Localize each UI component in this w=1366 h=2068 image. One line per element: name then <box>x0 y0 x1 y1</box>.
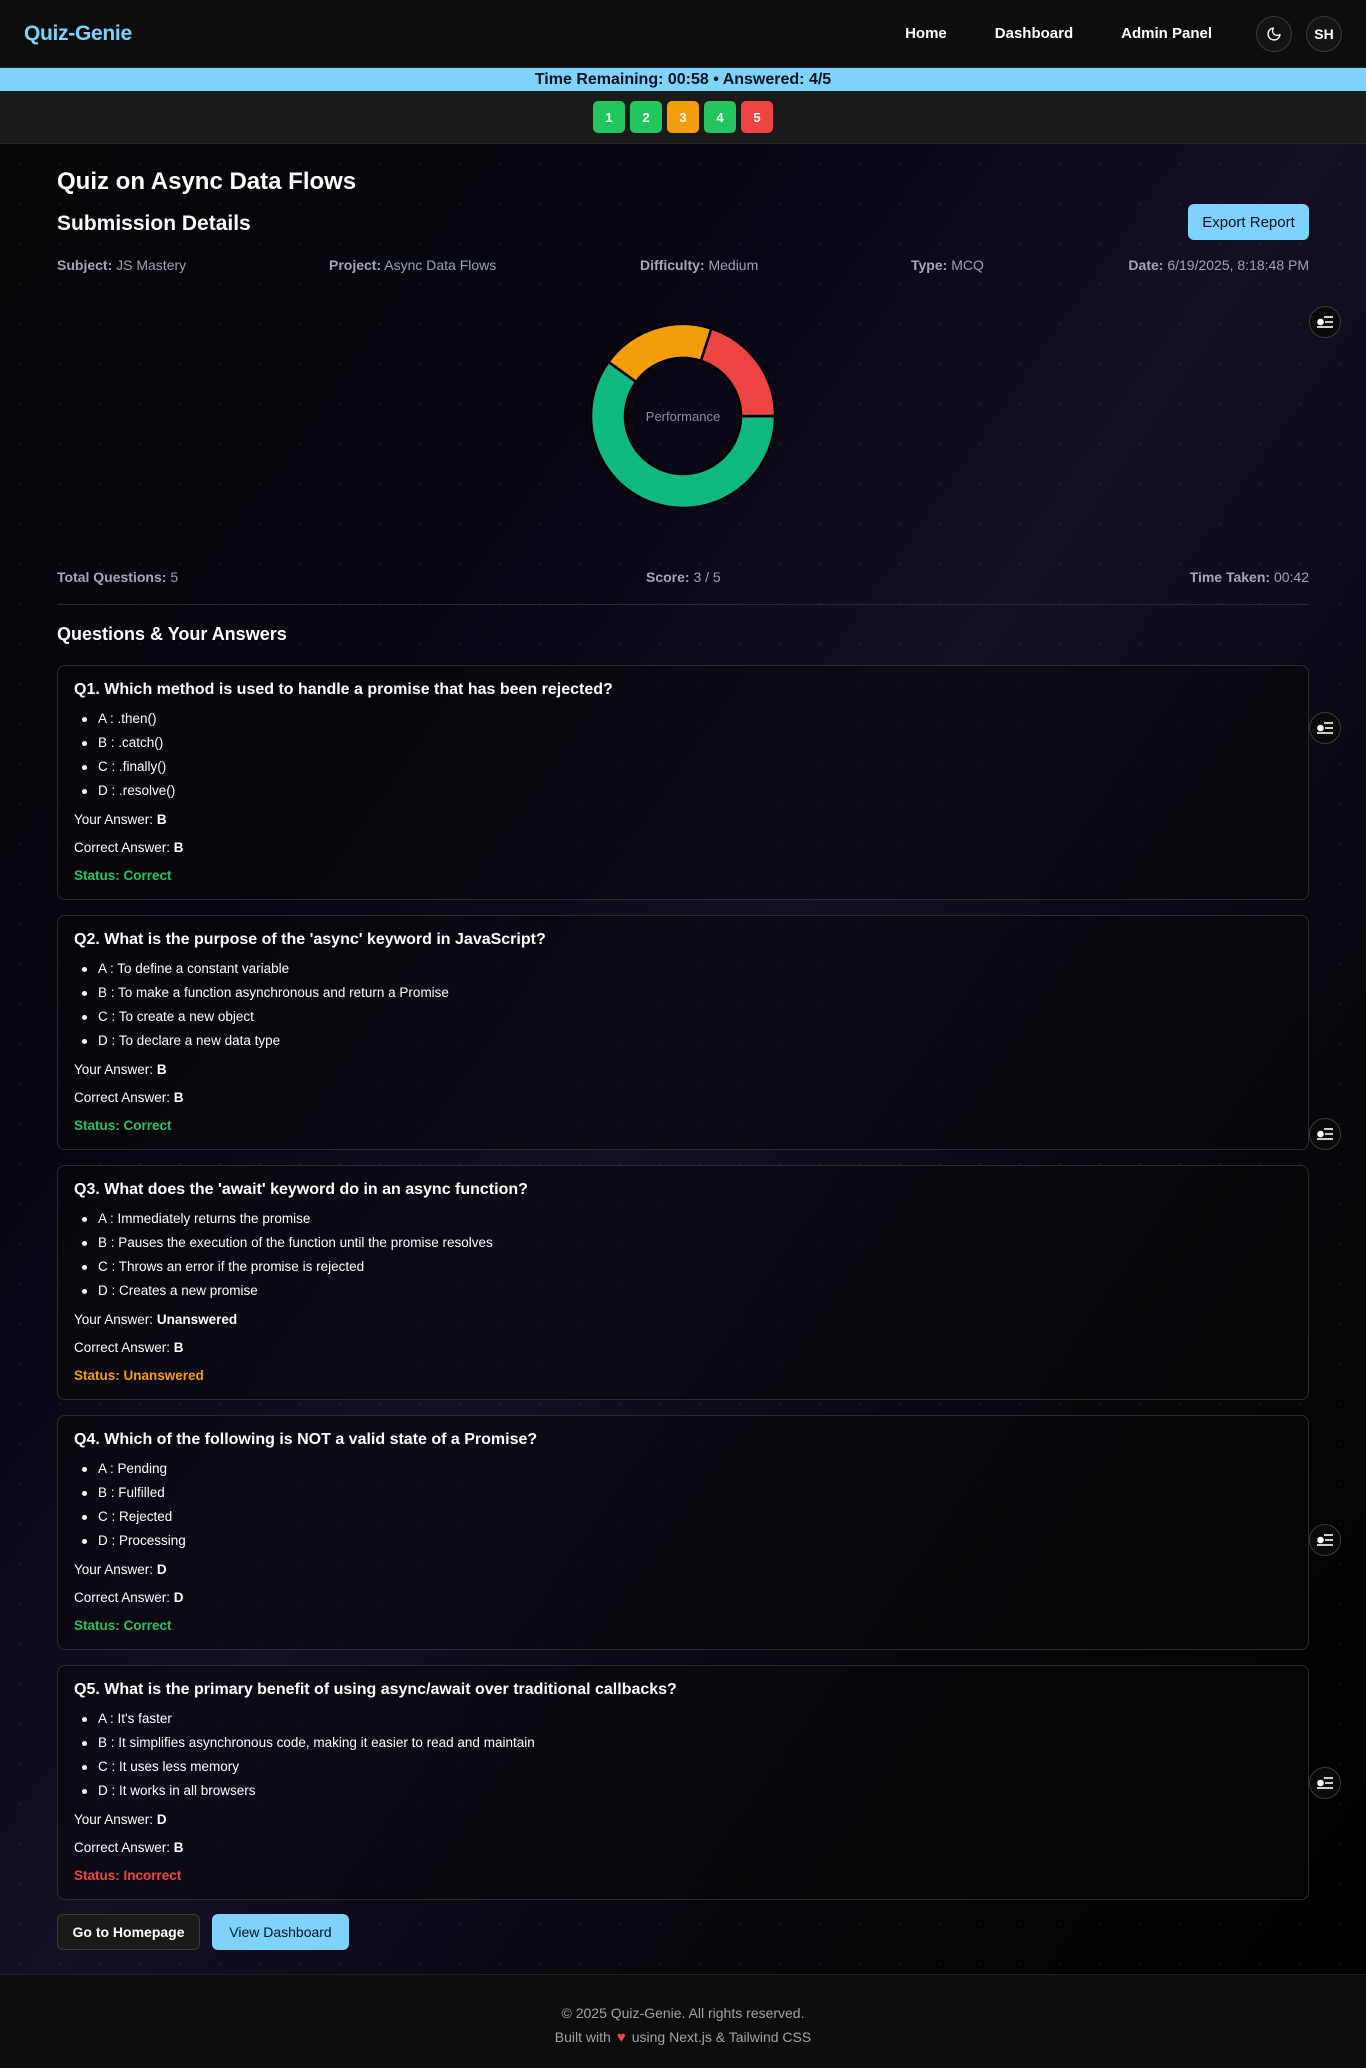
option-item: C : To create a new object <box>82 1005 1292 1029</box>
question-card: Q1. Which method is used to handle a pro… <box>57 665 1309 900</box>
your-answer: Your Answer: Unanswered <box>74 1312 238 1327</box>
meta-subject: Subject: JS Mastery <box>57 257 187 273</box>
question-card: Q4. Which of the following is NOT a vali… <box>57 1415 1309 1650</box>
question-navigator: 1 2 3 4 5 <box>0 91 1366 144</box>
option-item: D : Creates a new promise <box>82 1279 1292 1303</box>
answer-status: Status: Correct <box>74 1618 172 1633</box>
option-item: D : Processing <box>82 1529 1292 1553</box>
filter-settings-icon <box>1317 1534 1333 1546</box>
your-answer: Your Answer: B <box>74 812 167 827</box>
option-list: A : .then() B : .catch() C : .finally() … <box>74 707 1292 803</box>
option-item: B : .catch() <box>82 731 1292 755</box>
theme-toggle-button[interactable] <box>1256 15 1292 52</box>
question-text: Q2. What is the purpose of the 'async' k… <box>74 931 546 948</box>
timer-bar: Time Remaining: 00:58 • Answered: 4/5 <box>0 68 1366 91</box>
option-item: A : Immediately returns the promise <box>82 1207 1292 1231</box>
meta-type: Type: MCQ <box>911 257 984 273</box>
question-text: Q4. Which of the following is NOT a vali… <box>74 1431 538 1448</box>
question-nav-button-4[interactable]: 4 <box>704 101 736 133</box>
answer-status: Status: Correct <box>74 868 172 883</box>
export-report-button[interactable]: Export Report <box>1188 204 1309 240</box>
option-item: A : It's faster <box>82 1707 1292 1731</box>
your-answer: Your Answer: D <box>74 1562 167 1577</box>
answer-status: Status: Correct <box>74 1118 172 1133</box>
option-item: C : It uses less memory <box>82 1755 1292 1779</box>
correct-answer: Correct Answer: B <box>74 1340 184 1355</box>
option-item: C : Throws an error if the promise is re… <box>82 1255 1292 1279</box>
filter-settings-icon <box>1317 1777 1333 1789</box>
correct-answer: Correct Answer: B <box>74 1840 184 1855</box>
footer-copyright: © 2025 Quiz-Genie. All rights reserved. <box>561 2005 805 2021</box>
footer: © 2025 Quiz-Genie. All rights reserved. … <box>0 1974 1366 2068</box>
option-list: A : To define a constant variable B : To… <box>74 957 1292 1053</box>
option-item: C : .finally() <box>82 755 1292 779</box>
stat-total-questions: Total Questions: 5 <box>57 569 179 585</box>
nav-link-admin-panel[interactable]: Admin Panel <box>1121 25 1212 42</box>
option-list: A : Immediately returns the promise B : … <box>74 1207 1292 1303</box>
option-item: A : To define a constant variable <box>82 957 1292 981</box>
question-nav-button-3[interactable]: 3 <box>667 101 699 133</box>
filter-settings-button[interactable] <box>1309 306 1341 338</box>
submission-meta: Subject: JS Mastery Project: Async Data … <box>57 257 1309 277</box>
go-to-homepage-button[interactable]: Go to Homepage <box>57 1914 200 1950</box>
footer-built-with: Built with ♥ using Next.js & Tailwind CSS <box>554 2029 812 2046</box>
quiz-title: Quiz on Async Data Flows <box>57 168 357 195</box>
submission-details-title: Submission Details <box>57 212 251 235</box>
question-card: Q5. What is the primary benefit of using… <box>57 1665 1309 1900</box>
filter-settings-icon <box>1317 1128 1333 1140</box>
heart-icon: ♥ <box>616 2029 626 2046</box>
performance-chart: Performance <box>589 322 777 510</box>
option-item: B : Fulfilled <box>82 1481 1292 1505</box>
chart-center-label: Performance <box>645 408 721 424</box>
nav-link-home[interactable]: Home <box>905 25 947 42</box>
answer-status: Status: Incorrect <box>74 1868 182 1883</box>
your-answer: Your Answer: B <box>74 1062 167 1077</box>
option-item: D : .resolve() <box>82 779 1292 803</box>
filter-settings-button[interactable] <box>1309 1767 1341 1799</box>
user-avatar[interactable]: SH <box>1306 15 1342 52</box>
filter-settings-button[interactable] <box>1309 1118 1341 1150</box>
stat-score: Score: 3 / 5 <box>646 569 721 585</box>
question-text: Q1. Which method is used to handle a pro… <box>74 681 613 698</box>
nav-link-dashboard[interactable]: Dashboard <box>995 25 1073 42</box>
app-logo[interactable]: Quiz-Genie <box>24 22 132 46</box>
option-item: A : Pending <box>82 1457 1292 1481</box>
your-answer: Your Answer: D <box>74 1812 167 1827</box>
option-item: B : To make a function asynchronous and … <box>82 981 1292 1005</box>
filter-settings-button[interactable] <box>1309 712 1341 744</box>
meta-date: Date: 6/19/2025, 8:18:48 PM <box>1128 257 1309 273</box>
question-nav-button-1[interactable]: 1 <box>593 101 625 133</box>
stat-time-taken: Time Taken: 00:42 <box>1189 569 1309 585</box>
correct-answer: Correct Answer: D <box>74 1590 184 1605</box>
option-item: D : It works in all browsers <box>82 1779 1292 1803</box>
filter-settings-button[interactable] <box>1309 1524 1341 1556</box>
moon-icon <box>1267 26 1281 41</box>
questions-heading: Questions & Your Answers <box>57 624 287 644</box>
meta-difficulty: Difficulty: Medium <box>640 257 759 273</box>
option-item: D : To declare a new data type <box>82 1029 1292 1053</box>
question-text: Q5. What is the primary benefit of using… <box>74 1681 677 1698</box>
option-item: C : Rejected <box>82 1505 1292 1529</box>
option-item: B : Pauses the execution of the function… <box>82 1231 1292 1255</box>
option-item: A : .then() <box>82 707 1292 731</box>
question-nav-button-2[interactable]: 2 <box>630 101 662 133</box>
question-card: Q3. What does the 'await' keyword do in … <box>57 1165 1309 1400</box>
answer-status: Status: Unanswered <box>74 1368 204 1383</box>
view-dashboard-button[interactable]: View Dashboard <box>212 1914 349 1950</box>
correct-answer: Correct Answer: B <box>74 1090 184 1105</box>
option-item: B : It simplifies asynchronous code, mak… <box>82 1731 1292 1755</box>
nav-links: Home Dashboard Admin Panel SH <box>905 15 1342 52</box>
filter-settings-icon <box>1317 722 1333 734</box>
meta-project: Project: Async Data Flows <box>329 257 497 273</box>
section-divider <box>57 604 1309 605</box>
option-list: A : Pending B : Fulfilled C : Rejected D… <box>74 1457 1292 1553</box>
filter-settings-icon <box>1317 316 1333 328</box>
question-nav-button-5[interactable]: 5 <box>741 101 773 133</box>
navbar: Quiz-Genie Home Dashboard Admin Panel SH <box>0 0 1366 68</box>
question-card: Q2. What is the purpose of the 'async' k… <box>57 915 1309 1150</box>
question-text: Q3. What does the 'await' keyword do in … <box>74 1181 528 1198</box>
option-list: A : It's faster B : It simplifies asynch… <box>74 1707 1292 1803</box>
correct-answer: Correct Answer: B <box>74 840 184 855</box>
